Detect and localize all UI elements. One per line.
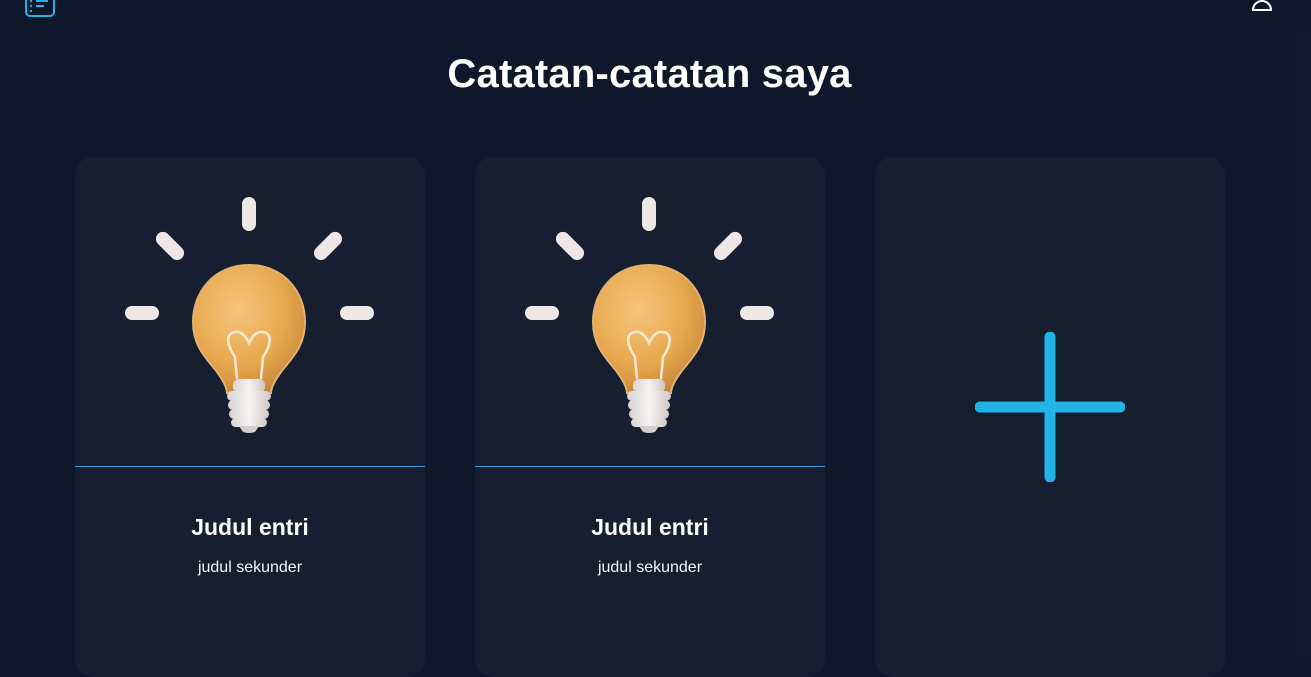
list-icon[interactable]: [24, 0, 56, 18]
add-note-card[interactable]: [875, 157, 1225, 677]
card-divider: [75, 466, 425, 467]
card-subtitle: judul sekunder: [197, 559, 303, 576]
scrollbar[interactable]: [1297, 32, 1311, 657]
note-card[interactable]: Judul entri judul sekunder: [75, 157, 425, 677]
card-title: Judul entri: [191, 514, 309, 540]
user-icon[interactable]: [1250, 0, 1274, 12]
lightbulb-icon: [125, 197, 374, 433]
note-card[interactable]: Judul entri judul sekunder: [475, 157, 825, 677]
plus-icon[interactable]: [975, 332, 1125, 482]
card-subtitle: judul sekunder: [597, 559, 703, 576]
card-title: Judul entri: [591, 514, 709, 540]
lightbulb-icon: [525, 197, 774, 433]
card-divider: [475, 466, 825, 467]
page-title: Catatan-catatan saya: [447, 52, 852, 96]
top-bar: [0, 0, 1311, 30]
